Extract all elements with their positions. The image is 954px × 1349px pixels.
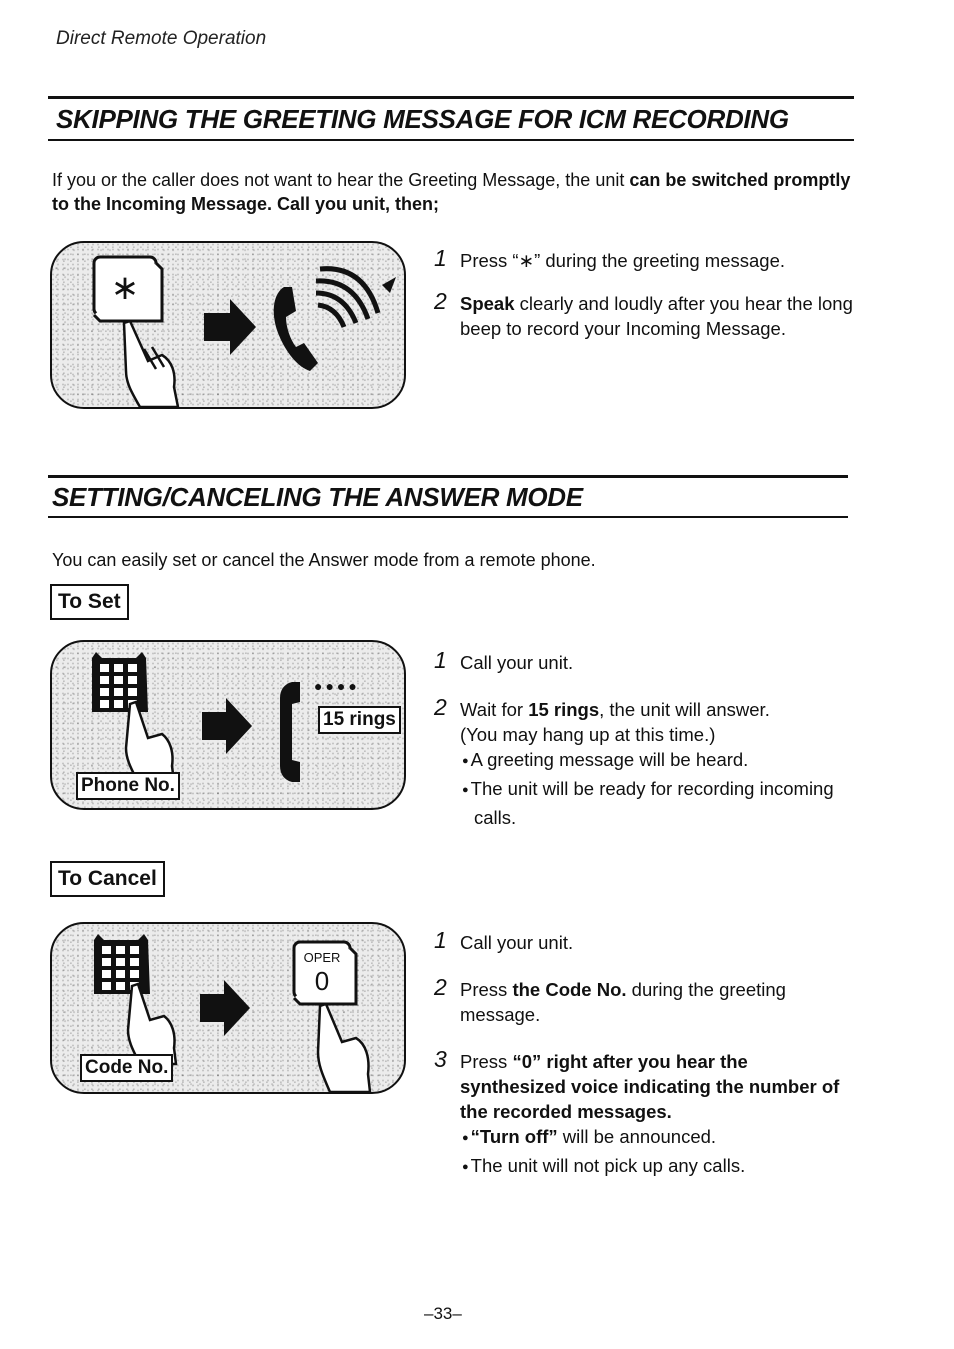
- page-number: –33–: [424, 1304, 462, 1323]
- star-key-icon: ∗: [92, 255, 164, 323]
- illustration-to-set: ●●●● 15 rings Phone No.: [50, 640, 406, 810]
- step-number: 1: [434, 647, 447, 673]
- section2-intro: You can easily set or cancel the Answer …: [52, 550, 596, 570]
- section1-top-rule: [48, 96, 854, 99]
- rings-label: 15 rings: [318, 706, 401, 734]
- arrow-right-icon: [204, 299, 256, 355]
- illustration-skip-greeting: ∗: [50, 241, 406, 409]
- step-number: 2: [434, 694, 447, 720]
- arrow-right-icon: [202, 698, 252, 754]
- arrow-right-icon: [200, 980, 250, 1036]
- step-text: Wait for: [460, 699, 529, 720]
- step-1: 1 Press “∗” during the greeting message.: [434, 245, 864, 273]
- finger-press-icon: [126, 982, 178, 1066]
- step-text: , the unit will answer.: [599, 699, 770, 720]
- step-number: 1: [434, 245, 447, 271]
- step-2: 2 Speak clearly and loudly after you hea…: [434, 288, 864, 341]
- step-number: 1: [434, 927, 447, 953]
- step-bold-text: “0” right after you hear the synthesized…: [460, 1051, 840, 1122]
- ring-dots: ●●●●: [314, 678, 360, 694]
- sound-waves-icon: [315, 266, 396, 328]
- section2-title: SETTING/CANCELING THE ANSWER MODE: [52, 482, 583, 512]
- section1-intro: If you or the caller does not want to he…: [52, 168, 852, 216]
- bullet-item: “Turn off” will be announced.: [460, 1124, 854, 1153]
- step-1: 1 Call your unit.: [434, 927, 854, 955]
- step-text: Press: [460, 1051, 513, 1072]
- phone-number-label: Phone No.: [76, 772, 180, 800]
- svg-text:∗: ∗: [111, 269, 140, 307]
- step-number: 2: [434, 288, 447, 314]
- to-cancel-label: To Cancel: [50, 861, 165, 897]
- to-cancel-steps: 1 Call your unit. 2 Press the Code No. d…: [434, 927, 854, 1196]
- step-text: Call your unit.: [460, 652, 574, 673]
- finger-press-icon: [124, 700, 176, 784]
- section2-bottom-rule: [48, 516, 848, 518]
- intro-plain-text: If you or the caller does not want to he…: [52, 170, 630, 190]
- code-number-label: Code No.: [80, 1054, 174, 1082]
- to-set-label: To Set: [50, 584, 129, 620]
- keypad-phone-icon: [92, 652, 148, 712]
- bullet-item: The unit will not pick up any calls.: [460, 1153, 854, 1182]
- bullet-item: The unit will be ready for recording inc…: [460, 776, 854, 830]
- section1-bottom-rule: [48, 139, 854, 141]
- step-bold-text: Speak: [460, 293, 515, 314]
- step-1: 1 Call your unit.: [434, 647, 854, 675]
- to-set-steps: 1 Call your unit. 2 Wait for 15 rings, t…: [434, 647, 854, 844]
- step-text: clearly and loudly after you hear the lo…: [460, 293, 853, 339]
- step-number: 3: [434, 1046, 447, 1072]
- section1-steps: 1 Press “∗” during the greeting message.…: [434, 245, 864, 355]
- oper-zero-key-icon: OPER 0: [292, 940, 358, 1006]
- running-head: Direct Remote Operation: [56, 28, 267, 49]
- bullet-text: The unit will not pick up any calls.: [470, 1155, 746, 1176]
- step-number: 2: [434, 974, 447, 1000]
- finger-press-icon: [122, 319, 180, 407]
- handset-upright-icon: [280, 682, 300, 782]
- section2-top-rule: [48, 475, 848, 478]
- step-bold-text: 15 rings: [528, 699, 600, 720]
- bullet-item: A greeting message will be heard.: [460, 747, 854, 776]
- step-bold-text: the Code No.: [512, 979, 627, 1000]
- svg-text:OPER: OPER: [304, 950, 341, 965]
- keypad-phone-icon: [94, 934, 150, 994]
- step-text-line2: (You may hang up at this time.): [460, 724, 716, 745]
- step-3: 3 Press “0” right after you hear the syn…: [434, 1046, 854, 1182]
- illustration-to-cancel: OPER 0 Code No.: [50, 922, 406, 1094]
- step-text: Press: [460, 979, 513, 1000]
- svg-text:0: 0: [315, 966, 329, 996]
- bullet-bold-text: “Turn off”: [470, 1126, 558, 1147]
- step-2: 2 Press the Code No. during the greeting…: [434, 974, 854, 1027]
- bullet-text: will be announced.: [557, 1126, 717, 1147]
- step-text: Press “∗” during the greeting message.: [460, 250, 786, 271]
- step-2: 2 Wait for 15 rings, the unit will answe…: [434, 694, 854, 830]
- finger-press-icon: [316, 1002, 372, 1092]
- step-text: Call your unit.: [460, 932, 574, 953]
- section1-title: SKIPPING THE GREETING MESSAGE FOR ICM RE…: [56, 104, 789, 134]
- handset-icon: [273, 287, 318, 371]
